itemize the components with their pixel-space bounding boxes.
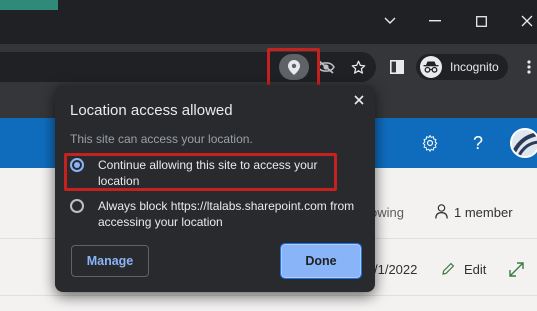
location-permission-popup: Location access allowed This site can ac… <box>55 85 375 292</box>
incognito-label: Incognito <box>450 60 499 74</box>
window-title-bar <box>0 0 537 44</box>
modified-date: /1/2022 <box>374 262 418 277</box>
more-vert-icon[interactable] <box>516 55 537 79</box>
option-always-block[interactable]: Always block https://ltalabs.sharepoint.… <box>70 198 360 230</box>
minimize-icon[interactable] <box>420 8 450 34</box>
members-count[interactable]: 1 member <box>454 205 513 220</box>
user-avatar[interactable] <box>510 128 537 158</box>
expand-icon[interactable] <box>507 260 525 278</box>
option-highlight <box>64 153 337 191</box>
popup-subtitle: This site can access your location. <box>70 132 253 146</box>
maximize-icon[interactable] <box>466 8 496 34</box>
incognito-profile-button[interactable]: Incognito <box>416 54 508 80</box>
person-icon <box>433 202 449 220</box>
close-icon[interactable] <box>350 91 368 109</box>
following-text: owing <box>370 205 404 220</box>
option-label: Always block https://ltalabs.sharepoint.… <box>98 199 355 229</box>
manage-button[interactable]: Manage <box>71 245 149 277</box>
star-icon[interactable] <box>345 55 371 79</box>
tab-strip-edge <box>0 0 58 10</box>
close-icon[interactable] <box>512 8 537 34</box>
edit-link[interactable]: Edit <box>464 262 486 277</box>
radio-unselected[interactable] <box>70 199 84 213</box>
settings-gear-icon[interactable] <box>418 131 442 155</box>
divider <box>0 295 537 296</box>
edit-pencil-icon[interactable] <box>440 261 456 277</box>
incognito-icon <box>420 56 442 78</box>
help-question-icon[interactable]: ? <box>466 131 490 155</box>
done-button[interactable]: Done <box>280 243 362 279</box>
chevron-down-icon[interactable] <box>375 8 405 34</box>
popup-title: Location access allowed <box>70 102 233 119</box>
side-panel-icon[interactable] <box>384 55 410 79</box>
